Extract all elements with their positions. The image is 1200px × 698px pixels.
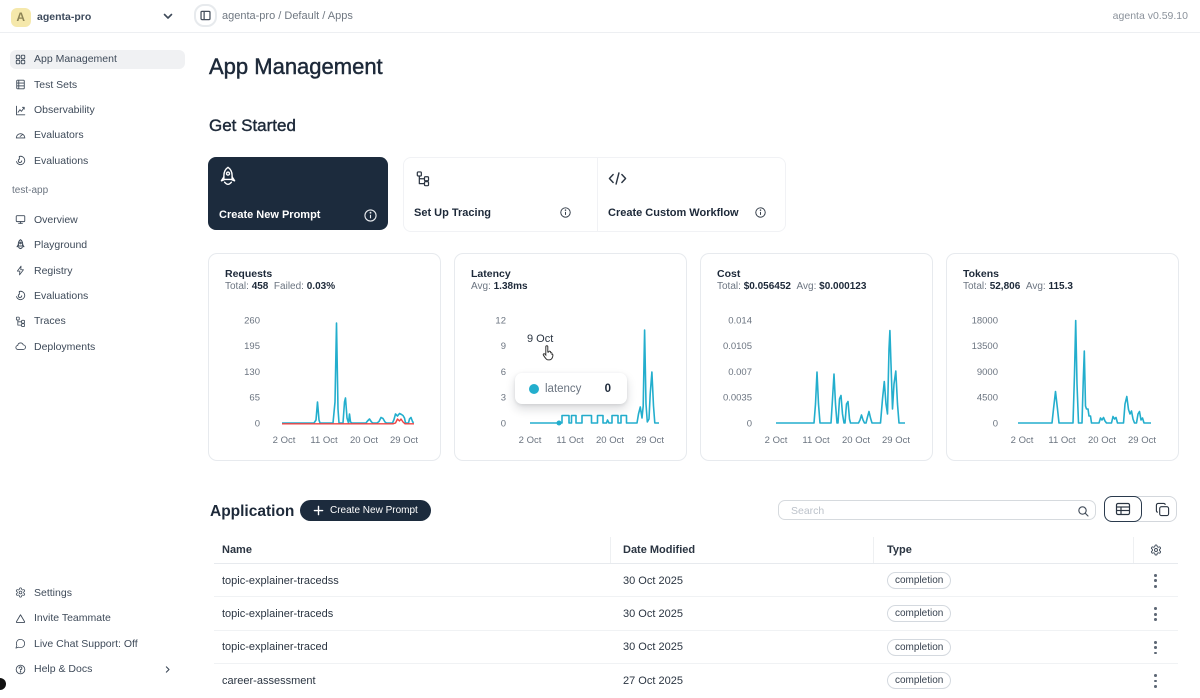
svg-text:0: 0 [747,418,752,429]
svg-text:4500: 4500 [977,393,998,404]
svg-text:9: 9 [501,341,506,352]
svg-text:2 Oct: 2 Oct [519,435,542,446]
svg-text:20 Oct: 20 Oct [842,435,870,446]
svg-text:0.014: 0.014 [728,315,752,326]
svg-text:130: 130 [244,367,260,378]
svg-text:260: 260 [244,315,260,326]
svg-text:29 Oct: 29 Oct [636,435,664,446]
svg-text:65: 65 [249,393,260,404]
svg-text:0: 0 [993,418,998,429]
svg-text:11 Oct: 11 Oct [556,435,584,446]
svg-text:11 Oct: 11 Oct [310,435,338,446]
svg-text:11 Oct: 11 Oct [802,435,830,446]
svg-text:20 Oct: 20 Oct [596,435,624,446]
svg-text:3: 3 [501,393,506,404]
svg-text:6: 6 [501,367,506,378]
svg-text:29 Oct: 29 Oct [390,435,418,446]
svg-text:29 Oct: 29 Oct [882,435,910,446]
svg-text:2 Oct: 2 Oct [765,435,788,446]
svg-text:2 Oct: 2 Oct [1011,435,1034,446]
svg-text:29 Oct: 29 Oct [1128,435,1156,446]
svg-text:12: 12 [495,315,506,326]
svg-text:20 Oct: 20 Oct [350,435,378,446]
svg-text:18000: 18000 [972,315,998,326]
svg-text:2 Oct: 2 Oct [273,435,296,446]
svg-text:195: 195 [244,341,260,352]
svg-text:0: 0 [255,418,260,429]
svg-text:13500: 13500 [972,341,998,352]
svg-text:9000: 9000 [977,367,998,378]
svg-text:11 Oct: 11 Oct [1048,435,1076,446]
svg-text:0.0035: 0.0035 [723,393,752,404]
svg-text:20 Oct: 20 Oct [1088,435,1116,446]
svg-text:0.007: 0.007 [728,367,752,378]
svg-text:0.0105: 0.0105 [723,341,752,352]
svg-text:0: 0 [501,418,506,429]
